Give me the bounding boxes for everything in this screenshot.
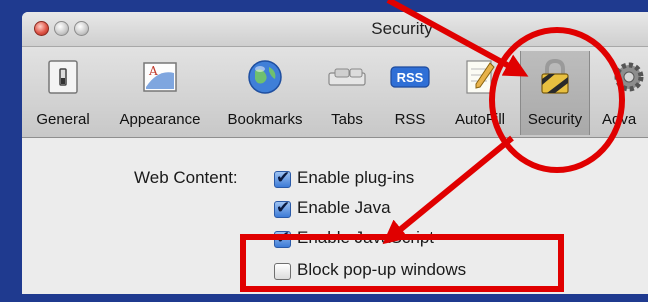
security-settings-pane: Web Content: Enable plug-ins Enable Java…	[22, 138, 648, 294]
appearance-icon: A	[143, 62, 177, 92]
svg-text:RSS: RSS	[397, 70, 424, 85]
tab-autofill-label: AutoFill	[454, 111, 506, 128]
tab-appearance-label: Appearance	[119, 111, 201, 128]
tab-rss-label: RSS	[394, 111, 426, 128]
tab-general[interactable]: General	[24, 51, 102, 135]
window-title: Security	[371, 19, 433, 38]
preferences-toolbar: General A Appearance Bookmarks Tabs RSS …	[22, 47, 648, 138]
tab-tabs-label: Tabs	[331, 111, 363, 128]
preferences-window: Security General A Appearance Bookmarks …	[22, 12, 648, 294]
tab-advanced-label: Adva	[602, 111, 637, 128]
block-popups-checkbox[interactable]	[274, 263, 291, 280]
gear-icon	[614, 62, 644, 92]
tab-general-label: General	[36, 111, 90, 128]
tab-bookmarks-label: Bookmarks	[227, 111, 303, 128]
tab-security-label: Security	[527, 111, 583, 128]
general-switch-icon	[48, 60, 78, 94]
enable-plugins-label[interactable]: Enable plug-ins	[297, 168, 414, 188]
enable-javascript-label[interactable]: Enable JavaScript	[297, 228, 434, 248]
tab-security[interactable]: Security	[520, 51, 590, 135]
block-popups-label[interactable]: Block pop-up windows	[297, 260, 466, 280]
enable-plugins-checkbox[interactable]	[274, 168, 291, 188]
tab-bookmarks[interactable]: Bookmarks	[218, 51, 312, 135]
enable-java-checkbox[interactable]	[274, 198, 291, 218]
screenshot-frame: Security General A Appearance Bookmarks …	[0, 0, 648, 302]
tab-advanced[interactable]: Adva	[594, 51, 648, 135]
tab-appearance[interactable]: A Appearance	[110, 51, 210, 135]
globe-icon	[248, 60, 282, 94]
tab-rss[interactable]: RSS RSS	[382, 51, 438, 135]
enable-javascript-checkbox[interactable]	[274, 228, 291, 248]
lock-icon	[541, 58, 569, 94]
tab-tabs[interactable]: Tabs	[318, 51, 376, 135]
autofill-pencil-icon	[466, 60, 495, 94]
svg-text:A: A	[148, 64, 158, 78]
rss-icon: RSS	[390, 66, 430, 88]
tab-autofill[interactable]: AutoFill	[442, 51, 518, 135]
tabs-icon	[328, 68, 366, 86]
web-content-label: Web Content:	[134, 168, 238, 187]
title-bar: Security	[22, 12, 648, 47]
enable-java-label[interactable]: Enable Java	[297, 198, 391, 218]
